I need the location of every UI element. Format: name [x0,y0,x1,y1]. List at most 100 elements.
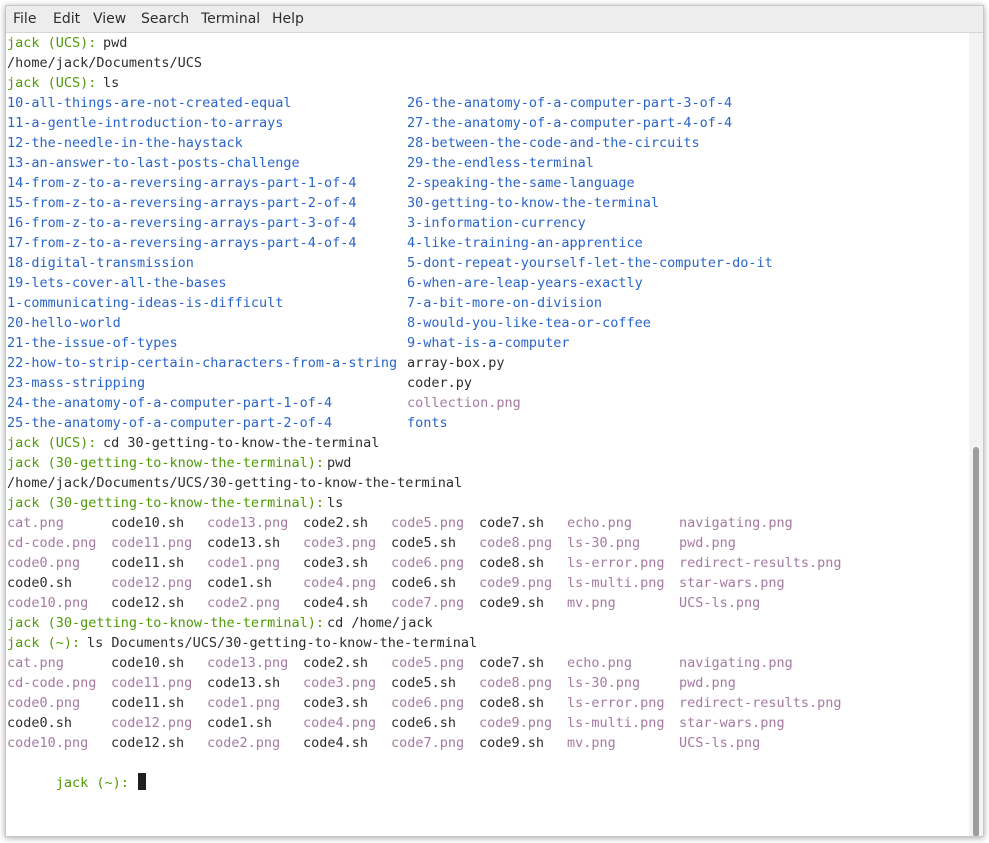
output-text: ls Documents/UCS/30-getting-to-know-the-… [87,635,478,651]
output-text: code8.sh [479,555,545,571]
image-file-entry: ls-multi.png [567,575,665,591]
image-file-entry: cd-code.png [7,535,97,551]
directory-entry: 14-from-z-to-a-reversing-arrays-part-1-o… [7,175,357,191]
terminal-prompt-line[interactable]: jack (~): [7,753,147,791]
image-file-entry: star-wars.png [679,715,785,731]
menu-bar: File Edit View Search Terminal Help [6,6,983,33]
terminal-output[interactable]: jack (UCS): pwd/home/jack/Documents/UCS j… [6,33,969,836]
output-text: code4.sh [303,595,369,611]
directory-entry: 18-digital-transmission [7,255,194,271]
prompt-text: jack (UCS): [7,35,105,51]
image-file-entry: cd-code.png [7,675,97,691]
image-file-entry: mv.png [567,735,616,751]
output-text: code8.sh [479,695,545,711]
directory-entry: 8-would-you-like-tea-or-coffee [407,315,651,331]
directory-entry: 11-a-gentle-introduction-to-arrays [7,115,284,131]
output-text: code6.sh [391,715,457,731]
output-text: code13.sh [207,535,281,551]
image-file-entry: code1.png [207,695,281,711]
image-file-entry: code13.png [207,655,289,671]
prompt-text: jack (30-getting-to-know-the-terminal): [7,615,333,631]
output-text: code0.sh [7,715,73,731]
directory-entry: 17-from-z-to-a-reversing-arrays-part-4-o… [7,235,357,251]
image-file-entry: code0.png [7,555,81,571]
output-text: /home/jack/Documents/UCS [7,55,203,71]
image-file-entry: code10.png [7,595,89,611]
prompt-text: jack (30-getting-to-know-the-terminal): [7,495,333,511]
image-file-entry: echo.png [567,515,633,531]
directory-entry: 7-a-bit-more-on-division [407,295,603,311]
image-file-entry: code5.png [391,515,465,531]
directory-entry: 12-the-needle-in-the-haystack [7,135,243,151]
menu-file[interactable]: File [13,11,36,28]
directory-entry: 3-information-currency [407,215,586,231]
directory-entry: 28-between-the-code-and-the-circuits [407,135,700,151]
image-file-entry: ls-multi.png [567,715,665,731]
image-file-entry: code13.png [207,515,289,531]
directory-entry: 2-speaking-the-same-language [407,175,635,191]
image-file-entry: ls-30.png [567,535,641,551]
directory-entry: 5-dont-repeat-yourself-let-the-computer-… [407,255,773,271]
menu-edit[interactable]: Edit [53,11,80,28]
output-text: code2.sh [303,655,369,671]
prompt-text: jack (30-getting-to-know-the-terminal): [7,455,333,471]
output-text: code10.sh [111,655,185,671]
image-file-entry: code8.png [479,535,553,551]
image-file-entry: code9.png [479,575,553,591]
menu-search[interactable]: Search [141,11,189,28]
prompt-text: jack (UCS): [7,75,105,91]
output-text: code1.sh [207,715,273,731]
directory-entry: fonts [407,415,448,431]
directory-entry: 29-the-endless-terminal [407,155,594,171]
output-text: ls [327,495,344,511]
output-text: code6.sh [391,575,457,591]
output-text: ls [103,75,120,91]
menu-help[interactable]: Help [272,11,304,28]
output-text: code7.sh [479,655,545,671]
image-file-entry: code6.png [391,695,465,711]
image-file-entry: ls-error.png [567,695,665,711]
image-file-entry: code11.png [111,675,193,691]
scrollbar-thumb[interactable] [973,447,979,836]
output-text: /home/jack/Documents/UCS/30-getting-to-k… [7,475,463,491]
directory-entry: 20-hello-world [7,315,121,331]
output-text: code3.sh [303,555,369,571]
directory-entry: 16-from-z-to-a-reversing-arrays-part-3-o… [7,215,357,231]
image-file-entry: code10.png [7,735,89,751]
image-file-entry: cat.png [7,655,64,671]
directory-entry: 23-mass-stripping [7,375,146,391]
image-file-entry: ls-error.png [567,555,665,571]
output-text: pwd [103,35,128,51]
image-file-entry: collection.png [407,395,521,411]
image-file-entry: code5.png [391,655,465,671]
image-file-entry: code3.png [303,535,377,551]
output-text: code12.sh [111,735,185,751]
menu-terminal[interactable]: Terminal [201,11,260,28]
output-text: code7.sh [479,515,545,531]
directory-entry: 21-the-issue-of-types [7,335,178,351]
image-file-entry: mv.png [567,595,616,611]
vertical-scrollbar[interactable] [969,33,983,836]
image-file-entry: code7.png [391,735,465,751]
output-text: code0.sh [7,575,73,591]
directory-entry: 22-how-to-strip-certain-characters-from-… [7,355,398,371]
image-file-entry: code7.png [391,595,465,611]
image-file-entry: code2.png [207,735,281,751]
output-text: pwd [327,455,352,471]
image-file-entry: code0.png [7,695,81,711]
directory-entry: 19-lets-cover-all-the-bases [7,275,227,291]
output-text: code4.sh [303,735,369,751]
menu-view[interactable]: View [93,11,126,28]
image-file-entry: navigating.png [679,515,793,531]
image-file-entry: UCS-ls.png [679,735,761,751]
image-file-entry: code8.png [479,675,553,691]
image-file-entry: code11.png [111,535,193,551]
image-file-entry: navigating.png [679,655,793,671]
output-text: code3.sh [303,695,369,711]
output-text: code11.sh [111,695,185,711]
image-file-entry: code2.png [207,595,281,611]
directory-entry: 30-getting-to-know-the-terminal [407,195,659,211]
output-text: code9.sh [479,595,545,611]
directory-entry: 27-the-anatomy-of-a-computer-part-4-of-4 [407,115,733,131]
image-file-entry: cat.png [7,515,64,531]
